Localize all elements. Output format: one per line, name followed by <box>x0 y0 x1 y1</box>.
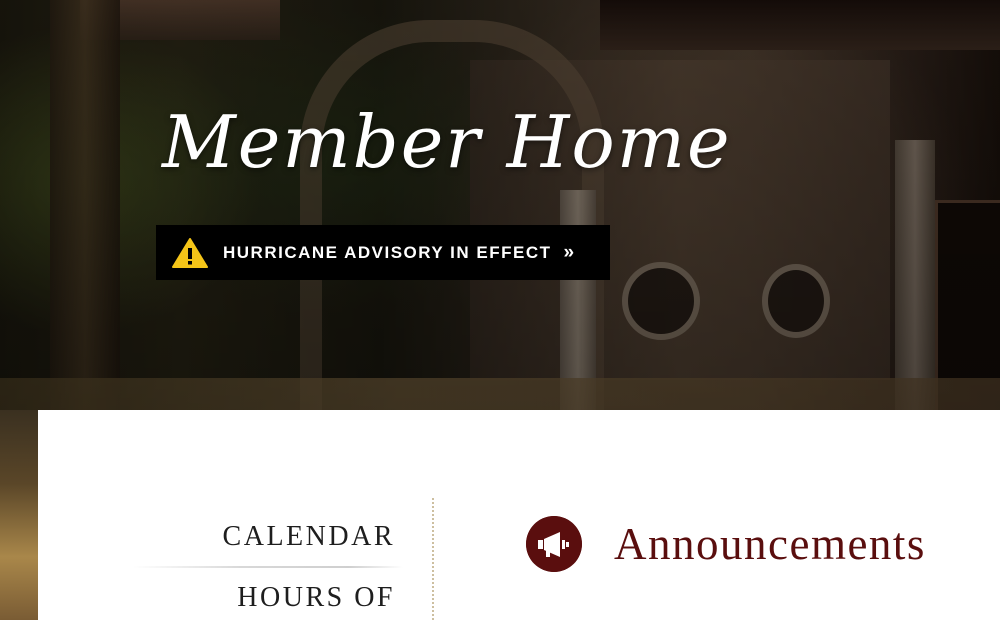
page-title: Member Home <box>162 100 732 184</box>
warning-triangle-icon <box>172 237 208 268</box>
column-divider <box>432 498 434 620</box>
megaphone-icon <box>526 516 582 572</box>
hero-banner: Member Home HURRICANE ADVISORY IN EFFECT… <box>0 0 1000 410</box>
nav-divider <box>133 566 403 568</box>
hurricane-advisory-link[interactable]: HURRICANE ADVISORY IN EFFECT » <box>156 225 610 280</box>
hero-photo-overlay <box>0 0 1000 410</box>
advisory-label: HURRICANE ADVISORY IN EFFECT <box>223 242 552 262</box>
side-nav: CALENDAR HOURS OF <box>133 510 403 616</box>
announcements-heading: Announcements <box>614 519 926 569</box>
chevron-right-icon: » <box>563 241 575 263</box>
background-photo-edge <box>0 410 38 620</box>
side-nav-item-calendar[interactable]: CALENDAR <box>133 518 403 556</box>
side-nav-item-hours[interactable]: HOURS OF <box>133 580 403 616</box>
content-panel: CALENDAR HOURS OF Announcements <box>38 410 1000 620</box>
